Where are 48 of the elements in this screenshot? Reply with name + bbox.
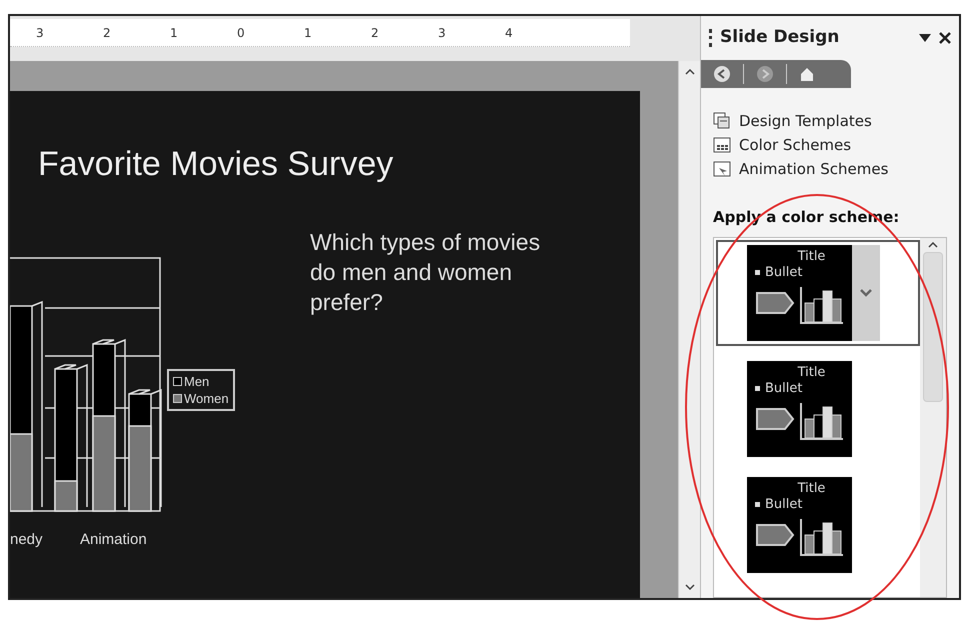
bullet-icon xyxy=(755,386,760,392)
color-scheme-option[interactable]: Title Bullet xyxy=(716,356,920,462)
ruler-number: 3 xyxy=(36,24,45,42)
ruler-number: 2 xyxy=(371,24,380,42)
templates-icon xyxy=(713,112,731,130)
thumbnail-bullet: Bullet xyxy=(765,264,802,281)
palette-grid-icon xyxy=(713,136,731,154)
ruler-number: 2 xyxy=(103,24,112,42)
task-link[interactable]: Color Schemes xyxy=(713,136,959,154)
legend-label: Men xyxy=(184,373,210,390)
thumbnail-title: Title xyxy=(798,364,826,381)
task-link[interactable]: Animation Schemes xyxy=(713,160,959,178)
scroll-up-icon[interactable] xyxy=(684,69,694,75)
chevron-down-icon xyxy=(860,288,872,296)
scroll-thumb[interactable] xyxy=(923,252,943,402)
bullet-icon xyxy=(755,502,760,508)
thumbnail-bullet: Bullet xyxy=(765,496,802,513)
ruler-number: 1 xyxy=(304,24,313,42)
chart-axis-label: Animation xyxy=(80,530,147,550)
dropdown-triangle-icon[interactable] xyxy=(919,34,931,42)
forward-icon[interactable] xyxy=(756,65,774,83)
chart-axis-label: nedy xyxy=(10,530,43,550)
scroll-up-icon[interactable] xyxy=(928,242,938,248)
home-icon[interactable] xyxy=(799,66,815,82)
close-icon[interactable] xyxy=(939,32,951,44)
animation-icon xyxy=(713,160,731,178)
back-icon[interactable] xyxy=(713,65,731,83)
task-pane-title: Slide Design xyxy=(720,26,840,50)
legend-label: Women xyxy=(184,390,229,407)
scroll-down-icon[interactable] xyxy=(684,584,694,590)
ruler-number: 3 xyxy=(438,24,447,42)
ruler-number: 0 xyxy=(237,24,246,42)
legend-swatch xyxy=(173,394,182,403)
color-scheme-option[interactable]: Title Bullet xyxy=(716,472,920,578)
slide-title: Favorite Movies Survey xyxy=(38,144,394,185)
thumbnail-title: Title xyxy=(798,248,826,265)
vertical-scrollbar[interactable] xyxy=(678,61,700,598)
grip-handle-icon[interactable] xyxy=(709,29,712,47)
ruler-number: 4 xyxy=(505,24,514,42)
thumbnail-bullet: Bullet xyxy=(765,380,802,397)
thumbnail-title: Title xyxy=(798,480,826,497)
legend-swatch xyxy=(173,377,182,386)
list-scrollbar[interactable] xyxy=(920,238,946,597)
task-link[interactable]: Design Templates xyxy=(713,112,959,130)
slide-body-text: Which types of movies do men and women prefer? xyxy=(310,228,542,317)
ruler-number: 1 xyxy=(170,24,179,42)
bullet-icon xyxy=(755,270,760,276)
color-scheme-option[interactable]: Title Bullet xyxy=(716,240,920,346)
